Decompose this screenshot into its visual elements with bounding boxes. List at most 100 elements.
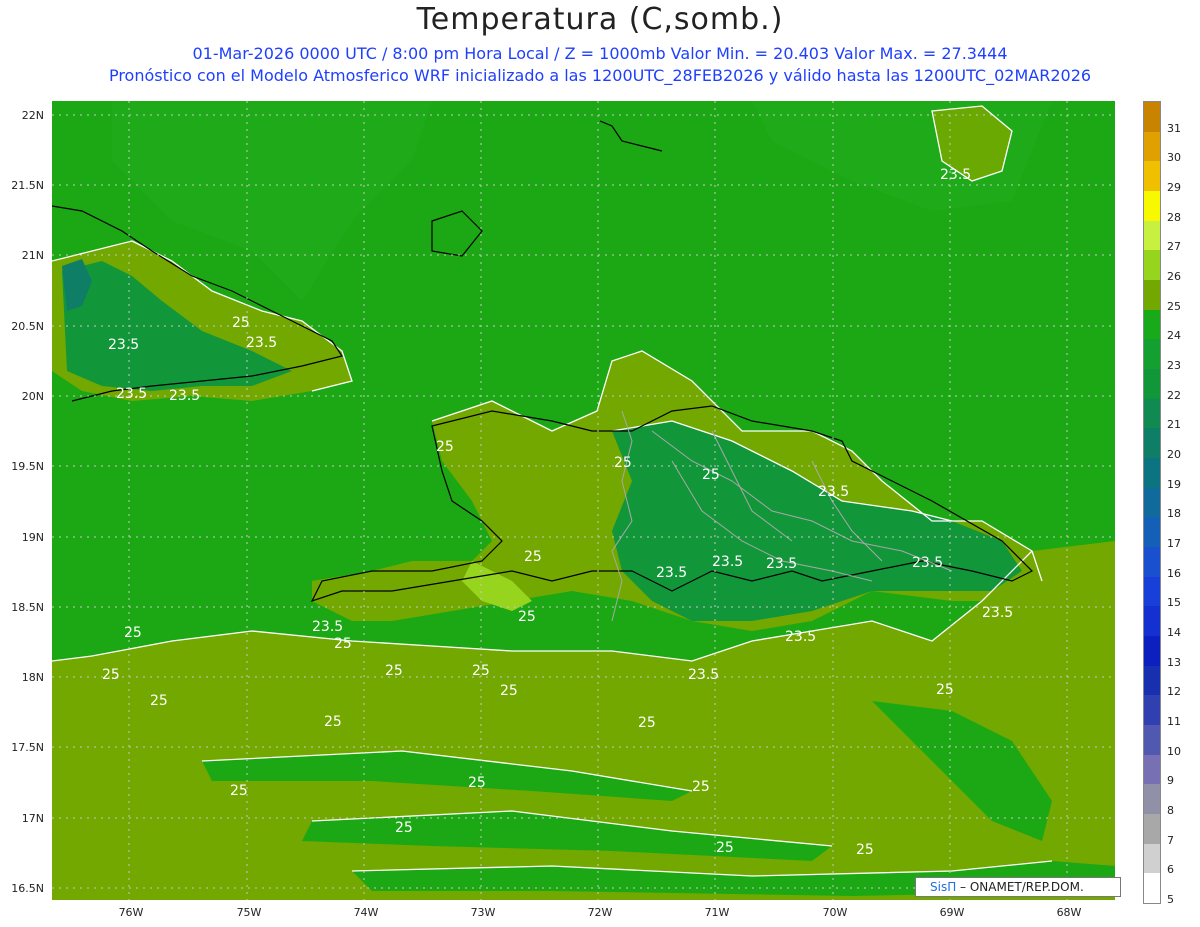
contour-label: 25 bbox=[472, 663, 490, 679]
lat-label-20n: 20N bbox=[21, 390, 44, 403]
lat-label-22n: 22N bbox=[21, 109, 44, 122]
colorbar-swatch bbox=[1144, 665, 1160, 696]
lon-label-70w: 70W bbox=[822, 906, 848, 919]
contour-label: 25 bbox=[856, 842, 874, 858]
colorbar-swatch bbox=[1144, 695, 1160, 726]
colorbar bbox=[1143, 101, 1161, 904]
contour-label: 25 bbox=[614, 455, 632, 471]
lon-label-71w: 71W bbox=[704, 906, 730, 919]
chart-subtitle-run-info: 01-Mar-2026 0000 UTC / 8:00 pm Hora Loca… bbox=[192, 44, 1008, 63]
contour-label: 23.5 bbox=[982, 605, 1013, 621]
colorbar-swatch bbox=[1144, 814, 1160, 845]
colorbar-label: 22 bbox=[1167, 388, 1181, 402]
colorbar-label: 27 bbox=[1167, 240, 1181, 254]
lon-label-73w: 73W bbox=[470, 906, 496, 919]
colorbar-swatch bbox=[1144, 636, 1160, 667]
colorbar-swatch bbox=[1144, 754, 1160, 785]
colorbar-label: 13 bbox=[1167, 655, 1181, 669]
colorbar-swatch bbox=[1144, 458, 1160, 489]
colorbar-label: 19 bbox=[1167, 477, 1181, 491]
colorbar-label: 29 bbox=[1167, 181, 1181, 195]
colorbar-label: 18 bbox=[1167, 507, 1181, 521]
contour-label: 25 bbox=[395, 820, 413, 836]
lat-label-17n: 17N bbox=[21, 812, 44, 825]
colorbar-label: 15 bbox=[1167, 596, 1181, 610]
colorbar-swatch bbox=[1144, 220, 1160, 251]
colorbar-label: 23 bbox=[1167, 359, 1181, 373]
lon-label-75w: 75W bbox=[236, 906, 262, 919]
contour-label: 23.5 bbox=[940, 167, 971, 183]
contour-label: 25 bbox=[468, 775, 486, 791]
colorbar-swatch bbox=[1144, 309, 1160, 340]
colorbar-label: 24 bbox=[1167, 329, 1181, 343]
lat-label-18-5n: 18.5N bbox=[11, 601, 44, 614]
colorbar-swatch bbox=[1144, 547, 1160, 578]
colorbar-swatch bbox=[1144, 784, 1160, 815]
colorbar-label: 26 bbox=[1167, 270, 1181, 284]
credit-org: – ONAMET/REP.DOM. bbox=[956, 880, 1084, 894]
lon-label-72w: 72W bbox=[587, 906, 613, 919]
colorbar-label: 9 bbox=[1167, 774, 1174, 788]
colorbar-swatch bbox=[1144, 725, 1160, 756]
colorbar-swatch bbox=[1144, 250, 1160, 281]
colorbar-swatch bbox=[1144, 339, 1160, 370]
contour-label: 25 bbox=[324, 714, 342, 730]
contour-label: 23.5 bbox=[712, 554, 743, 570]
lat-label-19n: 19N bbox=[21, 531, 44, 544]
colorbar-label: 8 bbox=[1167, 804, 1174, 818]
colorbar-swatch bbox=[1144, 191, 1160, 222]
lat-label-19-5n: 19.5N bbox=[11, 460, 44, 473]
chart-subtitle-model-info: Pronóstico con el Modelo Atmosferico WRF… bbox=[108, 66, 1092, 85]
colorbar-swatch bbox=[1144, 131, 1160, 162]
contour-label: 25 bbox=[692, 779, 710, 795]
contour-label: 23.5 bbox=[656, 565, 687, 581]
colorbar-label: 6 bbox=[1167, 863, 1174, 877]
colorbar-label: 14 bbox=[1167, 626, 1181, 640]
contour-label: 25 bbox=[102, 667, 120, 683]
colorbar-label: 17 bbox=[1167, 537, 1181, 551]
lon-label-68w: 68W bbox=[1056, 906, 1082, 919]
colorbar-label: 5 bbox=[1167, 893, 1174, 907]
colorbar-label: 11 bbox=[1167, 715, 1181, 729]
contour-label: 25 bbox=[150, 693, 168, 709]
lon-label-76w: 76W bbox=[118, 906, 144, 919]
contour-label: 23.5 bbox=[312, 619, 343, 635]
contour-label: 23.5 bbox=[246, 335, 277, 351]
colorbar-swatch bbox=[1144, 428, 1160, 459]
colorbar-label: 7 bbox=[1167, 833, 1174, 847]
colorbar-swatch bbox=[1144, 280, 1160, 311]
contour-label: 25 bbox=[230, 783, 248, 799]
colorbar-label: 16 bbox=[1167, 566, 1181, 580]
contour-label: 23.5 bbox=[108, 337, 139, 353]
lat-label-17-5n: 17.5N bbox=[11, 741, 44, 754]
contour-label: 23.5 bbox=[766, 556, 797, 572]
contour-label: 25 bbox=[232, 315, 250, 331]
contour-label: 25 bbox=[524, 549, 542, 565]
colorbar-label: 31 bbox=[1167, 121, 1181, 135]
colorbar-label: 12 bbox=[1167, 685, 1181, 699]
credit-box: SisΠ – ONAMET/REP.DOM. bbox=[915, 877, 1121, 897]
contour-label: 25 bbox=[638, 715, 656, 731]
contour-label: 25 bbox=[716, 840, 734, 856]
contour-label: 23.5 bbox=[912, 555, 943, 571]
contour-label: 23.5 bbox=[688, 667, 719, 683]
lat-label-21-5n: 21.5N bbox=[11, 179, 44, 192]
contour-label: 25 bbox=[334, 636, 352, 652]
colorbar-swatch bbox=[1144, 843, 1160, 874]
colorbar-label: 30 bbox=[1167, 151, 1181, 165]
contour-label: 25 bbox=[436, 439, 454, 455]
lat-label-20-5n: 20.5N bbox=[11, 320, 44, 333]
colorbar-swatch bbox=[1144, 398, 1160, 429]
colorbar-swatch bbox=[1144, 873, 1160, 904]
colorbar-swatch bbox=[1144, 517, 1160, 548]
contour-label: 25 bbox=[702, 467, 720, 483]
colorbar-swatch bbox=[1144, 576, 1160, 607]
lat-label-18n: 18N bbox=[21, 671, 44, 684]
contour-label: 23.5 bbox=[785, 629, 816, 645]
contour-label: 25 bbox=[936, 682, 954, 698]
temperature-map: 23.5 23.5 23.5 23.5 25 25 25 23.5 25 23.… bbox=[52, 101, 1115, 900]
colorbar-label: 20 bbox=[1167, 448, 1181, 462]
colorbar-swatch bbox=[1144, 369, 1160, 400]
contour-label: 23.5 bbox=[818, 484, 849, 500]
contour-label: 25 bbox=[500, 683, 518, 699]
